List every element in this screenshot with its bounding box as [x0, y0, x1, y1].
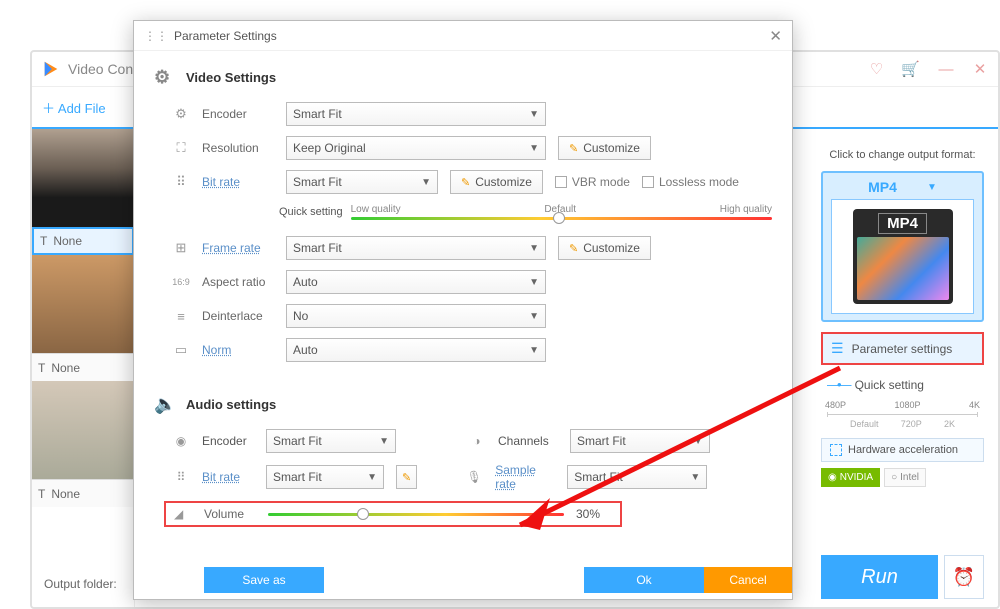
dialog-close-icon[interactable]: ✕	[769, 27, 782, 45]
deinterlace-select[interactable]: No▼	[286, 304, 546, 328]
channels-label: Channels	[498, 434, 558, 448]
aspect-icon: 16:9	[172, 277, 190, 287]
run-button[interactable]: Run	[821, 555, 938, 599]
sample-label[interactable]: Sample rate	[495, 463, 555, 491]
nvidia-badge[interactable]: ◉ NVIDIA	[821, 468, 880, 487]
framerate-label[interactable]: Frame rate	[202, 241, 274, 255]
sample-select[interactable]: Smart Fit▼	[567, 465, 707, 489]
volume-icon: ◢	[174, 507, 192, 521]
resolution-label: Resolution	[202, 141, 274, 155]
clip-thumb[interactable]	[32, 381, 134, 479]
right-panel: Click to change output format: MP4▼ MP4 …	[815, 139, 990, 607]
ok-button[interactable]: Ok	[584, 567, 704, 593]
dialog-titlebar: ⋮⋮ Parameter Settings ✕	[134, 21, 792, 51]
subtitle-row[interactable]: TNone	[32, 479, 134, 507]
dialog-body: ⚙ Video Settings ⚙ Encoder Smart Fit▼ ⛶ …	[134, 51, 792, 561]
quality-thumb[interactable]	[553, 212, 565, 224]
subtitle-row[interactable]: TNone	[32, 227, 134, 255]
audio-bitrate-label[interactable]: Bit rate	[202, 470, 254, 484]
bitrate-customize-button[interactable]: ✎Customize	[450, 170, 543, 194]
vbr-mode-checkbox[interactable]: VBR mode	[555, 175, 630, 189]
parameter-settings-dialog: ⋮⋮ Parameter Settings ✕ ⚙ Video Settings …	[133, 20, 793, 600]
resolution-select[interactable]: Keep Original▼	[286, 136, 546, 160]
parameter-settings-button[interactable]: ☰ Parameter settings	[821, 332, 984, 365]
audio-bitrate-icon: ⠿	[172, 470, 190, 484]
pencil-icon: ✎	[569, 142, 578, 155]
framerate-customize-button[interactable]: ✎Customize	[558, 236, 651, 260]
lossless-mode-checkbox[interactable]: Lossless mode	[642, 175, 739, 189]
output-folder-label: Output folder:	[44, 577, 117, 591]
add-file-button[interactable]: ＋ Add File	[42, 98, 106, 117]
dialog-footer: Save as Ok Cancel	[134, 561, 792, 599]
film-gear-icon: ⚙	[154, 67, 176, 88]
output-hint: Click to change output format:	[821, 149, 984, 161]
video-encoder-select[interactable]: Smart Fit▼	[286, 102, 546, 126]
output-format-label: MP4▼	[831, 179, 974, 195]
audio-encoder-select[interactable]: Smart Fit▼	[266, 429, 396, 453]
volume-thumb[interactable]	[357, 508, 369, 520]
output-format-thumb: MP4	[831, 199, 974, 314]
audio-encoder-icon: ◉	[172, 434, 190, 448]
aspect-label: Aspect ratio	[202, 275, 274, 289]
pencil-icon: ✎	[402, 471, 411, 484]
minimize-icon[interactable]: —	[938, 61, 954, 78]
norm-label[interactable]: Norm	[202, 343, 274, 357]
clip-thumb[interactable]	[32, 255, 134, 353]
cancel-button[interactable]: Cancel	[704, 567, 792, 593]
sample-icon: 🎙	[465, 470, 483, 484]
app-icon	[42, 60, 60, 78]
cpu-icon	[830, 444, 842, 456]
run-row: Run ⏰	[821, 555, 984, 599]
speaker-icon: 🔈	[154, 394, 176, 415]
resolution-icon: ⛶	[172, 140, 190, 156]
aspect-select[interactable]: Auto▼	[286, 270, 546, 294]
quick-setting-label: —•—Quick setting	[821, 377, 984, 392]
audio-section-header: 🔈 Audio settings	[154, 394, 772, 415]
norm-select[interactable]: Auto▼	[286, 338, 546, 362]
alarm-button[interactable]: ⏰	[944, 555, 984, 599]
bitrate-select[interactable]: Smart Fit▼	[286, 170, 438, 194]
line-icon: —•—	[827, 377, 849, 392]
intel-badge[interactable]: ○ Intel	[884, 468, 926, 487]
cart-icon[interactable]: 🛒	[901, 60, 920, 78]
sliders-icon: ☰	[831, 340, 844, 357]
hw-accel-button[interactable]: Hardware acceleration	[821, 438, 984, 462]
encoder-icon: ⚙	[172, 106, 190, 122]
framerate-select[interactable]: Smart Fit▼	[286, 236, 546, 260]
output-format-box[interactable]: MP4▼ MP4	[821, 171, 984, 322]
volume-slider[interactable]	[268, 513, 564, 516]
pencil-icon: ✎	[569, 242, 578, 255]
gpu-row: ◉ NVIDIA ○ Intel	[821, 468, 984, 487]
channels-icon: ◑	[468, 434, 486, 448]
quick-setting-scale[interactable]: 480P1080P4K Default720P2K	[825, 400, 980, 430]
app-title: Video Conv	[68, 61, 140, 77]
audio-bitrate-select[interactable]: Smart Fit▼	[266, 465, 384, 489]
dialog-icon: ⋮⋮	[144, 29, 168, 43]
quality-slider[interactable]: Quick setting Low qualityDefaultHigh qua…	[279, 204, 772, 220]
quick-setting-label: Quick setting	[279, 206, 343, 218]
norm-icon: ▭	[172, 342, 190, 358]
clip-list: TNone TNone TNone	[32, 129, 135, 607]
video-section-header: ⚙ Video Settings	[154, 67, 772, 88]
framerate-icon: ⊞	[172, 240, 190, 256]
resolution-customize-button[interactable]: ✎Customize	[558, 136, 651, 160]
bitrate-icon: ⠿	[172, 174, 190, 190]
deinterlace-icon: ≡	[172, 309, 190, 324]
audio-bitrate-edit-button[interactable]: ✎	[396, 465, 417, 489]
close-icon[interactable]: ✕	[972, 60, 988, 78]
save-as-button[interactable]: Save as	[204, 567, 324, 593]
audio-encoder-label: Encoder	[202, 434, 254, 448]
subtitle-row[interactable]: TNone	[32, 353, 134, 381]
encoder-label: Encoder	[202, 107, 274, 121]
deinterlace-label: Deinterlace	[202, 309, 274, 323]
bitrate-label[interactable]: Bit rate	[202, 175, 274, 189]
volume-row: ◢ Volume 30%	[164, 501, 622, 527]
volume-label: Volume	[204, 507, 256, 521]
promo-icon[interactable]: ♡	[870, 60, 883, 78]
channels-select[interactable]: Smart Fit▼	[570, 429, 710, 453]
dialog-title: Parameter Settings	[174, 29, 277, 43]
clip-thumb[interactable]	[32, 129, 134, 227]
volume-value: 30%	[576, 507, 612, 521]
pencil-icon: ✎	[461, 176, 470, 189]
